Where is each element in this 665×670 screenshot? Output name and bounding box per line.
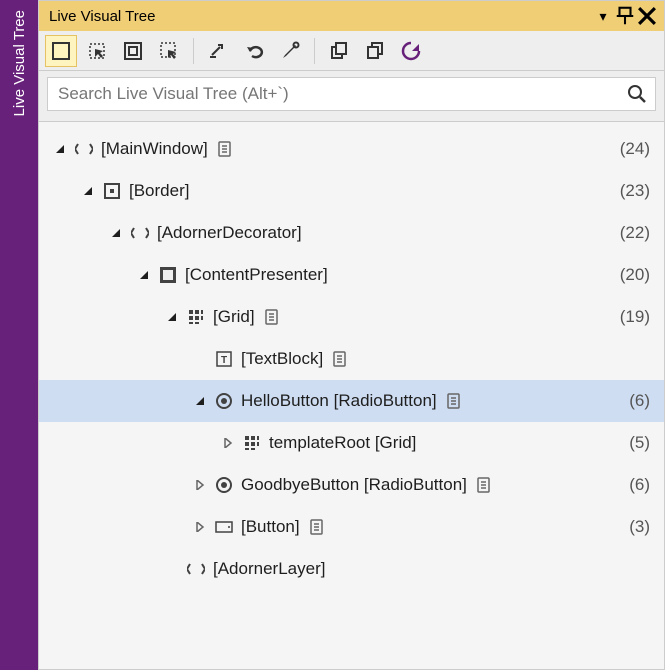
pin-icon[interactable] [614,5,636,27]
selection-button[interactable] [81,35,113,67]
collapse-all-button[interactable] [323,35,355,67]
tree-item-label: HelloButton [RadioButton] [241,391,437,411]
settings-button[interactable] [274,35,306,67]
vertical-tab[interactable]: Live Visual Tree [0,0,38,670]
radio-icon [213,474,235,496]
descendant-count: (6) [629,391,650,411]
grid-icon [185,306,207,328]
grid-icon [241,432,263,454]
view-source-icon[interactable] [263,308,281,326]
view-source-icon[interactable] [445,392,463,410]
tree-item-label: [AdornerLayer] [213,559,325,579]
expander-none [191,350,209,368]
tree-item-label: [Button] [241,517,300,537]
panel: Live Visual Tree ▾ [MainWindow] (24) [Bord… [38,0,665,670]
tree-row[interactable]: [Button] (3) [39,506,664,548]
expander-expanded-icon[interactable] [51,140,69,158]
tree-row[interactable]: templateRoot [Grid] (5) [39,422,664,464]
descendant-count: (24) [620,139,650,159]
tree-row[interactable]: [MainWindow] (24) [39,128,664,170]
vertical-tab-label: Live Visual Tree [11,10,28,116]
tree-item-label: [Grid] [213,307,255,327]
expander-collapsed-icon[interactable] [219,434,237,452]
tree-item-label: [ContentPresenter] [185,265,328,285]
tree-row[interactable]: [Grid] (19) [39,296,664,338]
descendant-count: (22) [620,223,650,243]
expand-all-button[interactable] [359,35,391,67]
expander-none [163,560,181,578]
window-menu-icon[interactable]: ▾ [592,5,614,27]
view-source-icon[interactable] [216,140,234,158]
tree-item-label: [TextBlock] [241,349,323,369]
refresh-button[interactable] [395,35,427,67]
descendant-count: (3) [629,517,650,537]
panel-title: Live Visual Tree [49,8,592,25]
toolbar-sep [314,38,315,64]
view-source-icon[interactable] [308,518,326,536]
textblock-icon [213,348,235,370]
highlight-button[interactable] [117,35,149,67]
title-bar: Live Visual Tree ▾ [39,1,664,31]
search-row [39,71,664,122]
tree-row[interactable]: [TextBlock] [39,338,664,380]
view-source-icon[interactable] [331,350,349,368]
descendant-count: (19) [620,307,650,327]
layout-adorners-button[interactable] [45,35,77,67]
button-icon [213,516,235,538]
tree-row[interactable]: [AdornerLayer] [39,548,664,590]
descendant-count: (5) [629,433,650,453]
descendant-count: (20) [620,265,650,285]
content-icon [157,264,179,286]
tree-row[interactable]: HelloButton [RadioButton] (6) [39,380,664,422]
go-to-live-button[interactable] [202,35,234,67]
tree-view[interactable]: [MainWindow] (24) [Border] (23) [AdornerDeco… [39,122,664,669]
tree-item-label: templateRoot [Grid] [269,433,416,453]
expander-collapsed-icon[interactable] [191,518,209,536]
search-icon[interactable] [627,84,647,104]
border-icon [101,180,123,202]
angles-icon [129,222,151,244]
tree-row[interactable]: [Border] (23) [39,170,664,212]
expander-expanded-icon[interactable] [191,392,209,410]
angles-icon [73,138,95,160]
expander-collapsed-icon[interactable] [191,476,209,494]
expander-expanded-icon[interactable] [79,182,97,200]
tree-item-label: [AdornerDecorator] [157,223,302,243]
view-source-icon[interactable] [475,476,493,494]
search-input[interactable] [56,83,627,105]
tree-row[interactable]: [ContentPresenter] (20) [39,254,664,296]
expander-expanded-icon[interactable] [107,224,125,242]
tree-item-label: [Border] [129,181,189,201]
display-options-button[interactable] [153,35,185,67]
close-icon[interactable] [636,5,658,27]
expander-expanded-icon[interactable] [163,308,181,326]
descendant-count: (23) [620,181,650,201]
tree-item-label: [MainWindow] [101,139,208,159]
undo-button[interactable] [238,35,270,67]
tree-row[interactable]: [AdornerDecorator] (22) [39,212,664,254]
search-box[interactable] [47,77,656,111]
descendant-count: (6) [629,475,650,495]
tree-row[interactable]: GoodbyeButton [RadioButton] (6) [39,464,664,506]
toolbar [39,31,664,71]
toolbar-sep [193,38,194,64]
tree-item-label: GoodbyeButton [RadioButton] [241,475,467,495]
expander-expanded-icon[interactable] [135,266,153,284]
radio-icon [213,390,235,412]
angles-icon [185,558,207,580]
